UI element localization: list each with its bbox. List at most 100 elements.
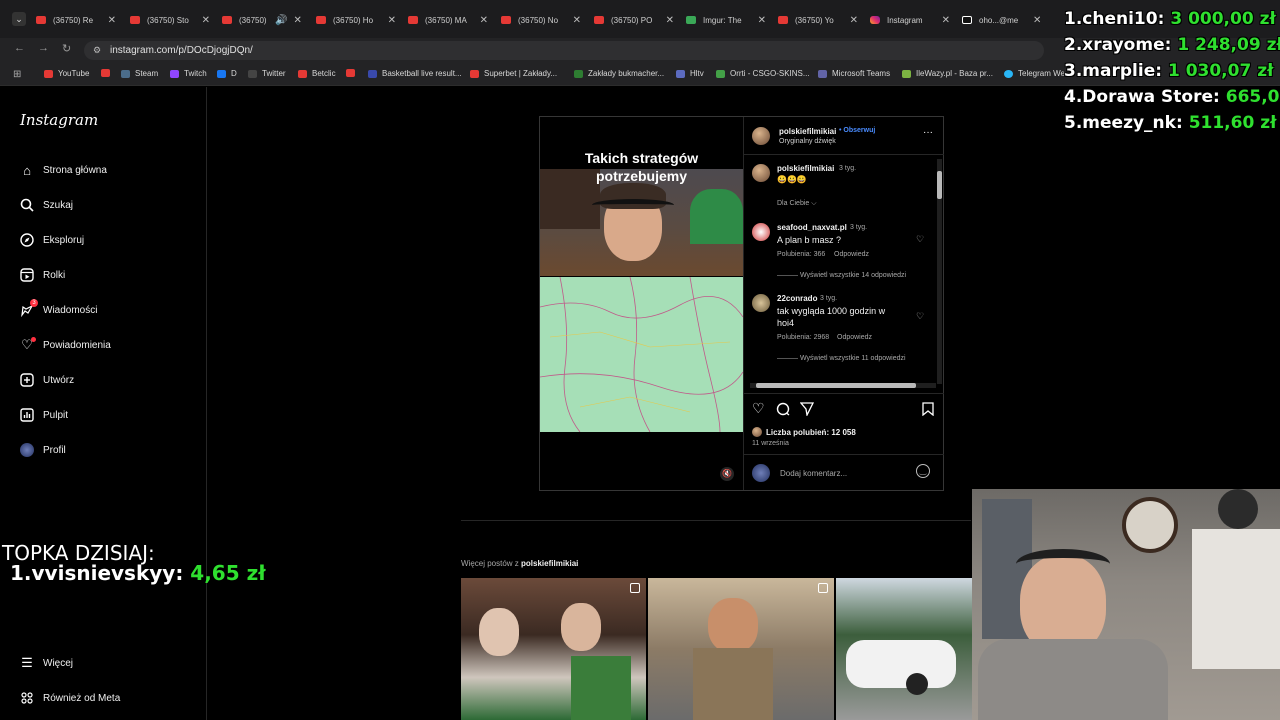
close-icon[interactable]: ✕ xyxy=(758,15,766,26)
bookmark[interactable]: Zakłady bukmacher... xyxy=(574,69,664,78)
comment-username[interactable]: seafood_naxvat.pl xyxy=(777,223,847,232)
sidebar-item-search[interactable]: Szukaj xyxy=(19,194,73,216)
close-icon[interactable]: ✕ xyxy=(1033,15,1041,26)
view-replies-button[interactable]: ——— Wyświetl wszystkie 11 odpowiedzi xyxy=(777,355,906,362)
browser-tab[interactable]: (36750) 🔊 ✕ xyxy=(222,8,302,32)
bookmark[interactable]: Steam xyxy=(121,69,158,78)
bookmark[interactable]: YouTube xyxy=(44,69,89,78)
like-icon[interactable]: ♡ xyxy=(752,400,765,417)
bookmark[interactable]: D xyxy=(217,69,237,78)
url-input[interactable]: ⚙ instagram.com/p/DOcDjogjDQn/ xyxy=(84,41,1044,60)
apps-icon[interactable]: ⊞ xyxy=(13,69,21,80)
bookmark[interactable]: Superbet | Zakłady... xyxy=(470,69,557,78)
bookmark[interactable]: Telegram We xyxy=(1004,69,1065,78)
close-icon[interactable]: ✕ xyxy=(388,15,396,26)
bookmark[interactable]: IleWazy.pl - Baza pr... xyxy=(902,69,993,78)
bookmark[interactable]: Twitter xyxy=(248,69,286,78)
reload-icon[interactable]: ↻ xyxy=(62,42,71,55)
browser-tab[interactable]: (36750) No ✕ xyxy=(501,8,581,32)
bookmark[interactable]: Hltv xyxy=(676,69,704,78)
comment-input[interactable]: Dodaj komentarz... xyxy=(780,469,847,478)
back-icon[interactable]: ← xyxy=(14,42,25,54)
bookmark[interactable]: Microsoft Teams xyxy=(818,69,890,78)
reply-button[interactable]: Odpowiedz xyxy=(834,251,869,258)
close-icon[interactable]: ✕ xyxy=(850,15,858,26)
comment-icon[interactable] xyxy=(776,402,790,419)
horizontal-scrollbar[interactable] xyxy=(750,383,936,388)
instagram-logo[interactable]: Instagram xyxy=(20,111,98,129)
comment-text: hoi4 xyxy=(777,318,795,328)
forward-icon[interactable]: → xyxy=(38,42,49,54)
speaker-icon[interactable]: 🔊 xyxy=(275,15,287,26)
caption-avatar[interactable] xyxy=(752,164,770,182)
browser-tab[interactable]: (36750) MA ✕ xyxy=(408,8,488,32)
sidebar-item-reels[interactable]: Rolki xyxy=(19,264,65,286)
browser-tab[interactable]: Instagram ✕ xyxy=(870,8,950,32)
comments-scrollbar[interactable] xyxy=(937,159,942,384)
bookmark[interactable]: Basketball live result... xyxy=(368,69,462,78)
browser-tab[interactable]: (36750) Yo ✕ xyxy=(778,8,858,32)
heart-icon[interactable]: ♡ xyxy=(916,234,924,245)
reel-video[interactable]: Takich strategów potrzebujemy 🔇 xyxy=(540,117,743,490)
browser-tab[interactable]: (36750) PO ✕ xyxy=(594,8,674,32)
youtube-icon xyxy=(408,16,418,24)
sidebar-item-create[interactable]: Utwórz xyxy=(19,369,74,391)
comment-username[interactable]: 22conrado xyxy=(777,294,817,303)
site-info-icon[interactable]: ⚙ xyxy=(93,45,101,56)
comment-likes[interactable]: Polubienia: 2968 xyxy=(777,334,829,341)
heart-icon[interactable]: ♡ xyxy=(916,311,924,322)
related-post[interactable] xyxy=(648,578,834,720)
browser-tab[interactable]: oho...@me ✕ xyxy=(962,8,1052,32)
author-avatar[interactable] xyxy=(752,127,770,145)
reply-button[interactable]: Odpowiedz xyxy=(837,334,872,341)
donor-row: 2.xrayome: 1 248,09 zł xyxy=(1064,35,1280,55)
bookmark[interactable]: Orrti - CSGO-SKINS... xyxy=(716,69,810,78)
author-username[interactable]: polskiefilmikiai xyxy=(779,127,836,136)
comment-likes[interactable]: Polubienia: 366 xyxy=(777,251,825,258)
caption-username[interactable]: polskiefilmikiai xyxy=(777,164,834,173)
sidebar-item-meta[interactable]: Również od Meta xyxy=(19,687,120,709)
caption-time: 3 tyg. xyxy=(839,165,857,172)
browser-tab[interactable]: Imgur: The ✕ xyxy=(686,8,766,32)
sidebar-item-profile[interactable]: Profil xyxy=(19,439,66,461)
bookmark[interactable]: Betclic xyxy=(298,69,336,78)
bookmark[interactable]: Twitch xyxy=(170,69,207,78)
close-icon[interactable]: ✕ xyxy=(666,15,674,26)
sidebar-item-messages[interactable]: 3 Wiadomości xyxy=(19,299,97,321)
bookmark[interactable] xyxy=(101,69,115,77)
more-options-icon[interactable]: ··· xyxy=(923,127,933,138)
share-icon[interactable] xyxy=(799,402,815,419)
related-post[interactable] xyxy=(461,578,646,720)
follow-button[interactable]: Obserwuj xyxy=(843,127,875,134)
scrollbar-thumb[interactable] xyxy=(937,171,942,199)
related-post[interactable] xyxy=(836,578,972,720)
bookmark-icon[interactable] xyxy=(922,402,934,419)
sidebar-item-dashboard[interactable]: Pulpit xyxy=(19,404,68,426)
sidebar-item-more[interactable]: ☰ Więcej xyxy=(19,652,73,674)
browser-tab[interactable]: (36750) Ho ✕ xyxy=(316,8,396,32)
steam-icon xyxy=(121,69,130,78)
commenter-avatar[interactable] xyxy=(752,223,770,241)
likes-count[interactable]: Liczba polubień: 12 058 xyxy=(766,428,856,437)
close-icon[interactable]: ✕ xyxy=(573,15,581,26)
emoji-icon[interactable]: ‿ xyxy=(916,464,930,478)
browser-tab[interactable]: (36750) Sto ✕ xyxy=(130,8,210,32)
close-icon[interactable]: ✕ xyxy=(108,15,116,26)
tab-search-button[interactable]: ⌄ xyxy=(12,12,26,26)
browser-tab[interactable]: (36750) Re ✕ xyxy=(36,8,116,32)
close-icon[interactable]: ✕ xyxy=(942,15,950,26)
sidebar-item-home[interactable]: ⌂ Strona główna xyxy=(19,159,107,181)
mute-icon[interactable]: 🔇 xyxy=(720,467,734,481)
for-you-toggle[interactable]: Dla Ciebie ⌵ xyxy=(777,200,817,208)
sidebar-item-explore[interactable]: Eksploruj xyxy=(19,229,84,251)
close-icon[interactable]: ✕ xyxy=(293,15,301,26)
audio-label[interactable]: Oryginalny dźwięk xyxy=(779,138,836,145)
close-icon[interactable]: ✕ xyxy=(480,15,488,26)
bookmark[interactable] xyxy=(346,69,360,77)
sidebar-item-notifications[interactable]: ♡ Powiadomienia xyxy=(19,334,111,356)
commenter-avatar[interactable] xyxy=(752,294,770,312)
close-icon[interactable]: ✕ xyxy=(202,15,210,26)
view-replies-button[interactable]: ——— Wyświetl wszystkie 14 odpowiedzi xyxy=(777,272,906,279)
scrollbar-thumb[interactable] xyxy=(756,383,916,388)
more-posts-username[interactable]: polskiefilmikiai xyxy=(521,559,578,568)
